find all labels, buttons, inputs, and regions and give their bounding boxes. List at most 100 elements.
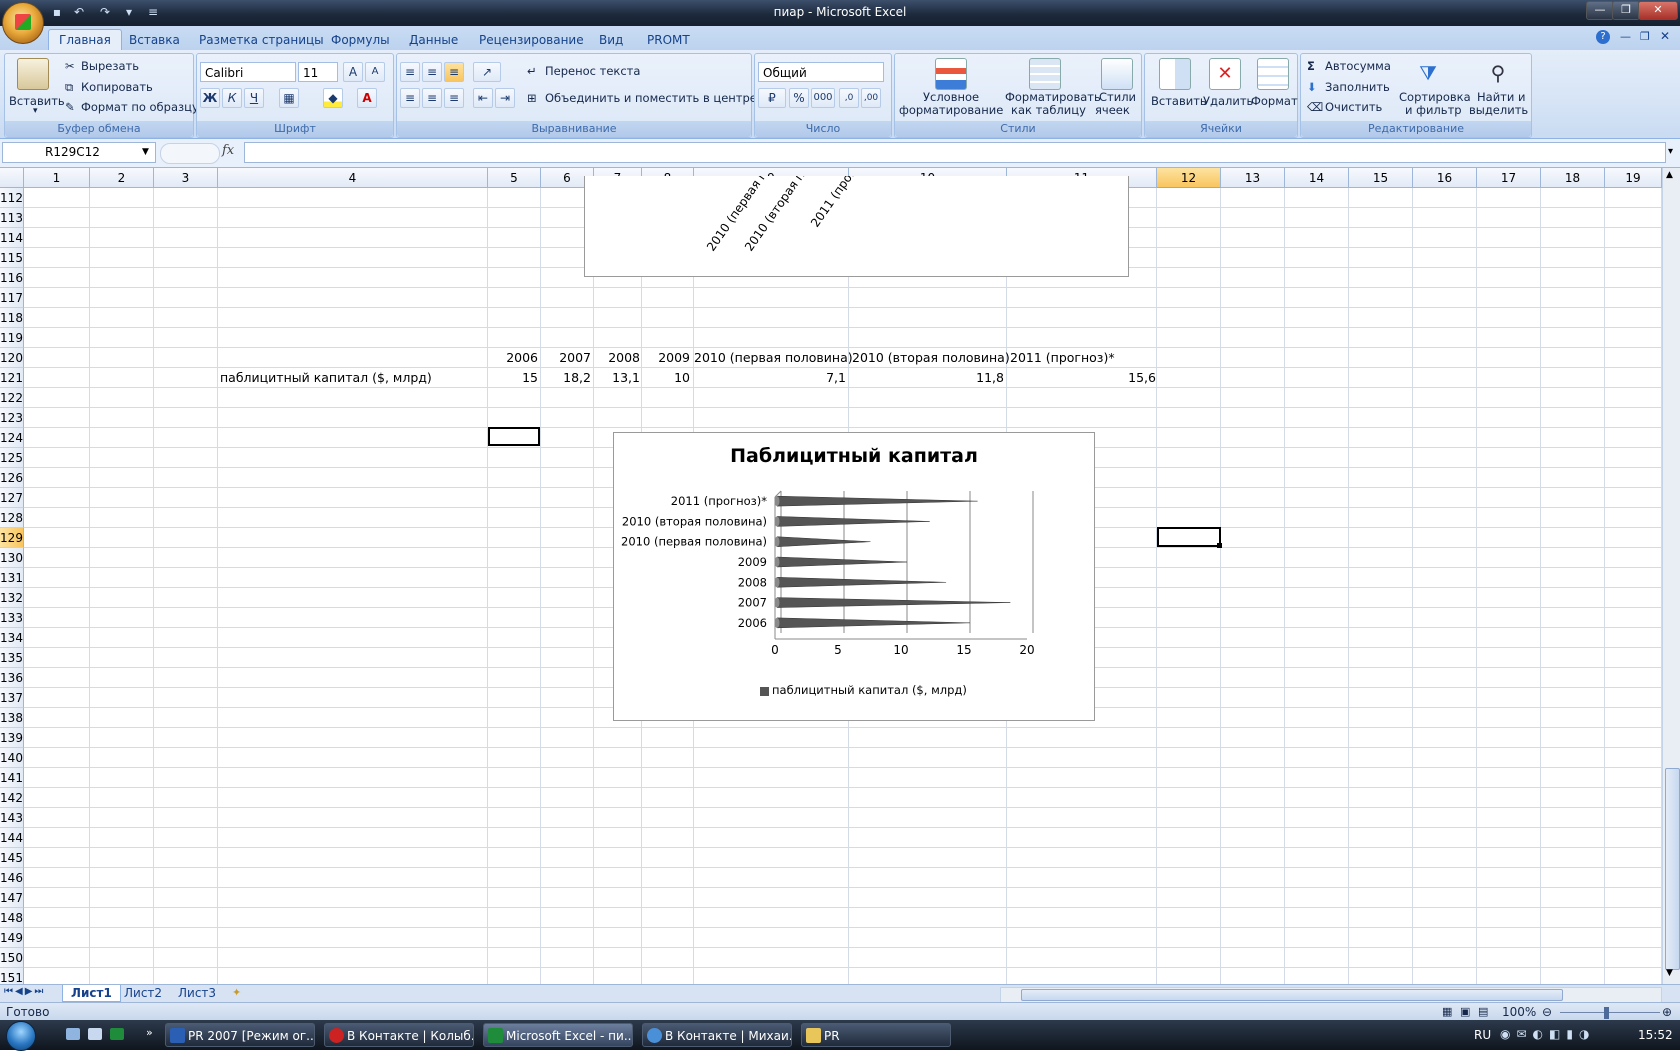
top-chart[interactable]: 2010 (первая полови 2010 (вторая полови … bbox=[584, 168, 1129, 277]
vertical-scrollbar[interactable]: ▲ ▼ bbox=[1662, 168, 1680, 984]
worksheet-grid[interactable]: 12345678910111213141516171819 1121131141… bbox=[0, 168, 1662, 984]
format-painter-icon[interactable]: ✎ bbox=[65, 100, 75, 114]
office-button[interactable] bbox=[2, 2, 44, 44]
orientation-icon[interactable]: ↗ bbox=[473, 62, 501, 82]
percent-button[interactable]: % bbox=[789, 88, 809, 108]
cut-button[interactable]: Вырезать bbox=[81, 59, 139, 73]
insert-cells-icon[interactable] bbox=[1159, 58, 1191, 90]
row-header[interactable]: 139 bbox=[0, 728, 24, 748]
row-header[interactable]: 150 bbox=[0, 948, 24, 968]
find-select-icon[interactable]: ⚲ bbox=[1483, 58, 1513, 88]
font-color-icon[interactable]: A bbox=[357, 88, 377, 108]
cell-year-2009[interactable]: 2009 bbox=[642, 348, 690, 368]
scroll-down-icon[interactable]: ▼ bbox=[1666, 968, 1673, 978]
conditional-formatting-icon[interactable] bbox=[935, 58, 967, 90]
cell-styles-label-2[interactable]: ячеек bbox=[1095, 103, 1130, 117]
row-header[interactable]: 118 bbox=[0, 308, 24, 328]
row-header[interactable]: 141 bbox=[0, 768, 24, 788]
format-painter-button[interactable]: Формат по образцу bbox=[81, 100, 199, 114]
delete-cells-icon[interactable]: ✕ bbox=[1209, 58, 1241, 90]
copy-icon[interactable]: ⧉ bbox=[65, 80, 73, 95]
row-header[interactable]: 136 bbox=[0, 668, 24, 688]
tab-page-layout[interactable]: Разметка страницы bbox=[199, 30, 324, 50]
sort-filter-label-2[interactable]: и фильтр bbox=[1405, 103, 1462, 117]
align-center-icon[interactable]: ≡ bbox=[422, 88, 442, 108]
grow-font-button[interactable]: A bbox=[343, 62, 363, 82]
bar[interactable] bbox=[776, 536, 871, 547]
zoom-slider-thumb[interactable] bbox=[1604, 1007, 1609, 1019]
paste-dropdown-icon[interactable]: ▾ bbox=[33, 106, 38, 116]
horizontal-scroll-thumb[interactable] bbox=[1021, 989, 1563, 1001]
conditional-formatting-label-1[interactable]: Условное bbox=[923, 90, 979, 104]
bar[interactable] bbox=[776, 495, 978, 507]
row-header[interactable]: 129 bbox=[0, 528, 24, 548]
sort-filter-label-1[interactable]: Сортировка bbox=[1399, 90, 1471, 104]
cell-year-2010-h2[interactable]: 2010 (вторая половина) bbox=[852, 348, 1010, 368]
row-header[interactable]: 151 bbox=[0, 968, 24, 984]
row-header[interactable]: 121 bbox=[0, 368, 24, 388]
save-icon[interactable]: ▪ bbox=[48, 4, 66, 21]
number-format-select[interactable]: Общий bbox=[758, 62, 884, 82]
task-browser-1[interactable]: В Контакте | Колыб... bbox=[324, 1023, 474, 1047]
format-as-table-icon[interactable] bbox=[1029, 58, 1061, 90]
bar[interactable] bbox=[776, 617, 971, 629]
horizontal-scrollbar[interactable] bbox=[1000, 987, 1662, 1003]
format-cells-icon[interactable] bbox=[1257, 58, 1289, 90]
row-header[interactable]: 123 bbox=[0, 408, 24, 428]
zoom-in-icon[interactable]: ⊕ bbox=[1662, 1005, 1672, 1019]
redo-icon[interactable]: ↷ bbox=[96, 4, 114, 21]
row-header[interactable]: 120 bbox=[0, 348, 24, 368]
thousands-button[interactable]: 000 bbox=[811, 88, 835, 108]
row-header[interactable]: 113 bbox=[0, 208, 24, 228]
cell-value-2010-h2[interactable]: 11,8 bbox=[852, 368, 1004, 388]
qat-dropdown-icon[interactable]: ▾ bbox=[120, 4, 138, 21]
row-header[interactable]: 131 bbox=[0, 568, 24, 588]
row-header[interactable]: 149 bbox=[0, 928, 24, 948]
insert-function-button[interactable]: fx bbox=[222, 143, 234, 158]
sheet-tab-3[interactable]: Лист3 bbox=[170, 985, 224, 1001]
row-header[interactable]: 117 bbox=[0, 288, 24, 308]
ribbon-minimize-icon[interactable]: — bbox=[1620, 30, 1631, 43]
scroll-up-icon[interactable]: ▲ bbox=[1666, 170, 1673, 180]
tab-promt[interactable]: PROMT bbox=[647, 30, 690, 50]
shrink-font-button[interactable]: A bbox=[365, 62, 385, 82]
row-header[interactable]: 115 bbox=[0, 248, 24, 268]
formula-expand-icon[interactable]: ▾ bbox=[1668, 146, 1673, 157]
cell-value-2010-h1[interactable]: 7,1 bbox=[694, 368, 846, 388]
cell-year-2008[interactable]: 2008 bbox=[594, 348, 640, 368]
name-box[interactable]: R129C12 bbox=[2, 142, 156, 163]
column-header[interactable]: 1 bbox=[24, 168, 90, 188]
row-header[interactable]: 132 bbox=[0, 588, 24, 608]
cell-year-2007[interactable]: 2007 bbox=[541, 348, 591, 368]
row-header[interactable]: 145 bbox=[0, 848, 24, 868]
insert-sheet-icon[interactable]: ✦ bbox=[232, 986, 241, 999]
excel-quicklaunch-icon[interactable] bbox=[110, 1028, 124, 1040]
bar[interactable] bbox=[776, 556, 908, 568]
increase-decimal-icon[interactable]: ,0 bbox=[839, 88, 859, 108]
insert-cells-button[interactable]: Вставить bbox=[1151, 94, 1207, 108]
row-header[interactable]: 142 bbox=[0, 788, 24, 808]
cell-value-2006[interactable]: 15 bbox=[488, 368, 538, 388]
bar[interactable] bbox=[776, 577, 947, 588]
autosum-icon[interactable]: Σ bbox=[1307, 59, 1315, 73]
bold-button[interactable]: Ж bbox=[200, 88, 220, 108]
font-size-select[interactable]: 11 bbox=[298, 62, 338, 82]
italic-button[interactable]: К bbox=[222, 88, 242, 108]
cell-value-2007[interactable]: 18,2 bbox=[541, 368, 591, 388]
align-left-icon[interactable]: ≡ bbox=[400, 88, 420, 108]
row-header[interactable]: 116 bbox=[0, 268, 24, 288]
autosum-button[interactable]: Автосумма bbox=[1325, 59, 1391, 73]
borders-icon[interactable]: ▦ bbox=[279, 88, 299, 108]
align-right-icon[interactable]: ≡ bbox=[444, 88, 464, 108]
column-header[interactable]: 15 bbox=[1349, 168, 1413, 188]
cell-value-2011[interactable]: 15,6 bbox=[1010, 368, 1156, 388]
row-header[interactable]: 130 bbox=[0, 548, 24, 568]
currency-icon[interactable]: ₽ bbox=[758, 88, 786, 108]
column-header[interactable]: 16 bbox=[1413, 168, 1477, 188]
column-header[interactable]: 5 bbox=[488, 168, 541, 188]
cell-styles-icon[interactable] bbox=[1101, 58, 1133, 90]
row-header[interactable]: 138 bbox=[0, 708, 24, 728]
tab-data[interactable]: Данные bbox=[409, 30, 458, 50]
quicklaunch-more-icon[interactable]: » bbox=[146, 1026, 153, 1039]
row-header[interactable]: 127 bbox=[0, 488, 24, 508]
